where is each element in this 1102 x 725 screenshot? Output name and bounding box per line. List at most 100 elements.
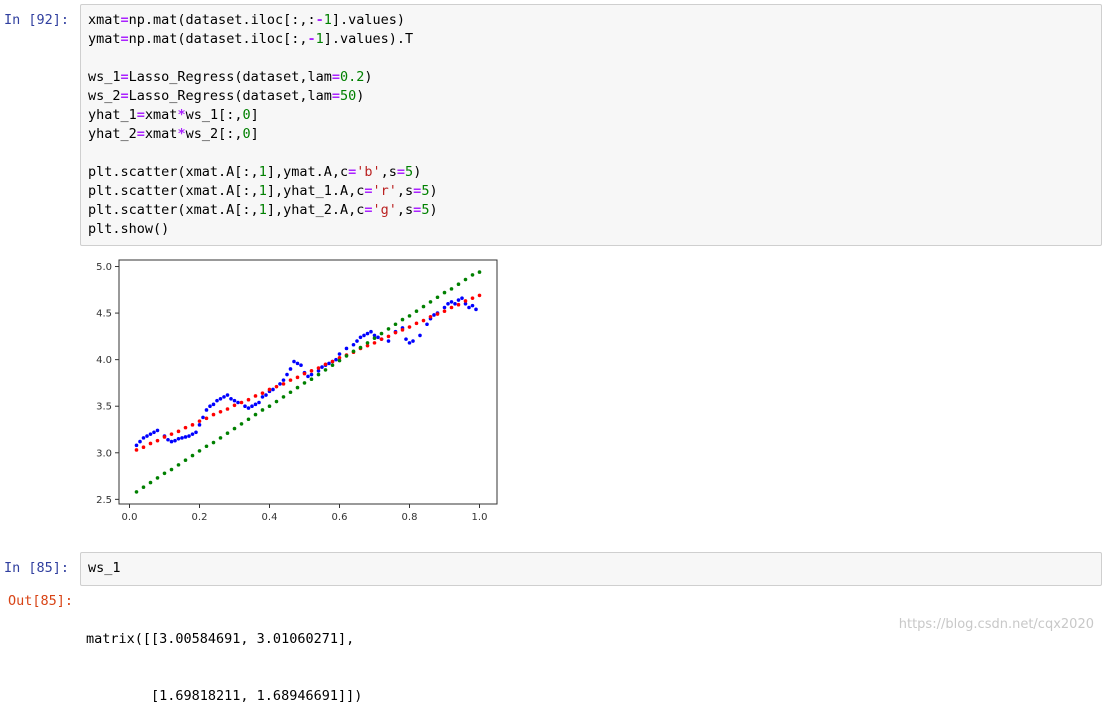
y-tick-label: 4.5	[96, 309, 112, 320]
scatter-point	[239, 422, 244, 426]
scatter-point	[372, 341, 377, 345]
scatter-point	[295, 385, 300, 390]
scatter-point	[435, 312, 440, 316]
scatter-point	[218, 410, 223, 414]
x-tick-label: 1.0	[472, 512, 488, 523]
scatter-point	[183, 425, 188, 430]
scatter-point	[400, 317, 405, 322]
scatter-point	[183, 458, 188, 463]
scatter-point	[463, 277, 468, 282]
y-tick-label: 3.5	[96, 402, 112, 413]
scatter-point	[194, 430, 198, 435]
cell-output-prompt: Out[85]:	[8, 593, 74, 609]
scatter-point	[155, 476, 160, 480]
scatter-point	[393, 330, 398, 335]
scatter-point	[257, 400, 261, 405]
scatter-point	[330, 363, 335, 368]
scatter-point	[274, 384, 279, 389]
scatter-point	[351, 349, 356, 354]
scatter-point	[463, 299, 468, 303]
scatter-point	[432, 313, 436, 317]
scatter-point	[222, 395, 226, 399]
scatter-point	[246, 406, 251, 410]
scatter-point	[369, 329, 373, 334]
x-tick-label: 0.2	[192, 512, 208, 523]
x-tick-label: 0.0	[122, 512, 138, 523]
scatter-point	[141, 485, 146, 490]
scatter-point	[166, 437, 170, 442]
scatter-point	[152, 430, 156, 435]
scatter-point	[453, 301, 457, 306]
scatter-point	[428, 315, 433, 319]
x-tick-label: 0.8	[402, 512, 418, 523]
scatter-point	[285, 372, 289, 377]
scatter-point	[253, 412, 258, 417]
scatter-point	[271, 387, 275, 392]
scatter-point	[243, 404, 247, 409]
scatter-point	[442, 309, 447, 314]
scatter-point	[187, 434, 191, 438]
scatter-point	[253, 402, 258, 407]
scatter-point	[204, 408, 209, 412]
scatter-point	[274, 399, 279, 404]
y-tick-label: 3.0	[96, 448, 112, 459]
scatter-point	[281, 378, 286, 382]
scatter-point	[138, 439, 142, 444]
scatter-point	[278, 382, 282, 386]
scatter-point	[309, 377, 314, 382]
scatter-point	[470, 303, 475, 308]
scatter-point	[141, 436, 146, 440]
scatter-point	[365, 341, 370, 345]
scatter-point	[323, 368, 328, 372]
scatter-point	[456, 282, 461, 287]
scatter-point	[435, 295, 440, 300]
x-tick-label: 0.6	[332, 512, 348, 523]
scatter-point	[225, 393, 230, 397]
scatter-point	[386, 327, 391, 331]
scatter-point	[295, 375, 300, 380]
scatter-point	[218, 396, 223, 401]
scatter-point	[148, 432, 153, 436]
scatter-point	[232, 398, 237, 403]
scatter-point	[327, 361, 331, 366]
code-cell-input[interactable]: xmat=np.mat(dataset.iloc[:,:-1].values) y…	[80, 4, 1102, 246]
scatter-point	[134, 448, 139, 452]
scatter-point	[260, 408, 265, 412]
scatter-point	[344, 354, 349, 358]
scatter-point	[470, 273, 475, 277]
scatter-point	[446, 301, 450, 306]
scatter-point	[400, 328, 405, 332]
y-tick-label: 5.0	[96, 262, 112, 273]
scatter-point	[197, 449, 202, 453]
scatter-point	[197, 419, 202, 423]
scatter-point	[306, 374, 310, 379]
scatter-point	[260, 395, 265, 399]
scatter-point	[379, 337, 384, 341]
code-cell-input-2[interactable]: ws_1	[80, 552, 1102, 586]
scatter-point	[183, 435, 188, 439]
scatter-point	[358, 345, 363, 350]
scatter-point	[386, 339, 391, 343]
scatter-point	[470, 296, 475, 300]
scatter-point	[246, 417, 251, 422]
scatter-point	[323, 362, 328, 367]
scatter-point	[460, 296, 464, 300]
scatter-point	[134, 490, 139, 494]
scatter-point	[449, 305, 454, 310]
scatter-point	[320, 365, 324, 369]
scatter-point	[204, 444, 209, 449]
scatter-point	[365, 331, 370, 336]
scatter-point	[316, 366, 321, 370]
scatter-point	[337, 358, 342, 363]
scatter-point	[215, 398, 219, 403]
scatter-point	[232, 403, 237, 408]
scatter-point	[190, 453, 195, 458]
scatter-point	[281, 382, 286, 386]
code-line: yhat_1=xmat*ws_1[:,0]	[88, 107, 259, 123]
code-line: ws_1=Lasso_Regress(dataset,lam=0.2)	[88, 69, 373, 85]
scatter-point	[211, 412, 216, 417]
code-line: plt.scatter(xmat.A[:,1],ymat.A,c='b',s=5…	[88, 164, 422, 180]
plot-frame	[118, 259, 498, 505]
scatter-point	[404, 337, 408, 341]
